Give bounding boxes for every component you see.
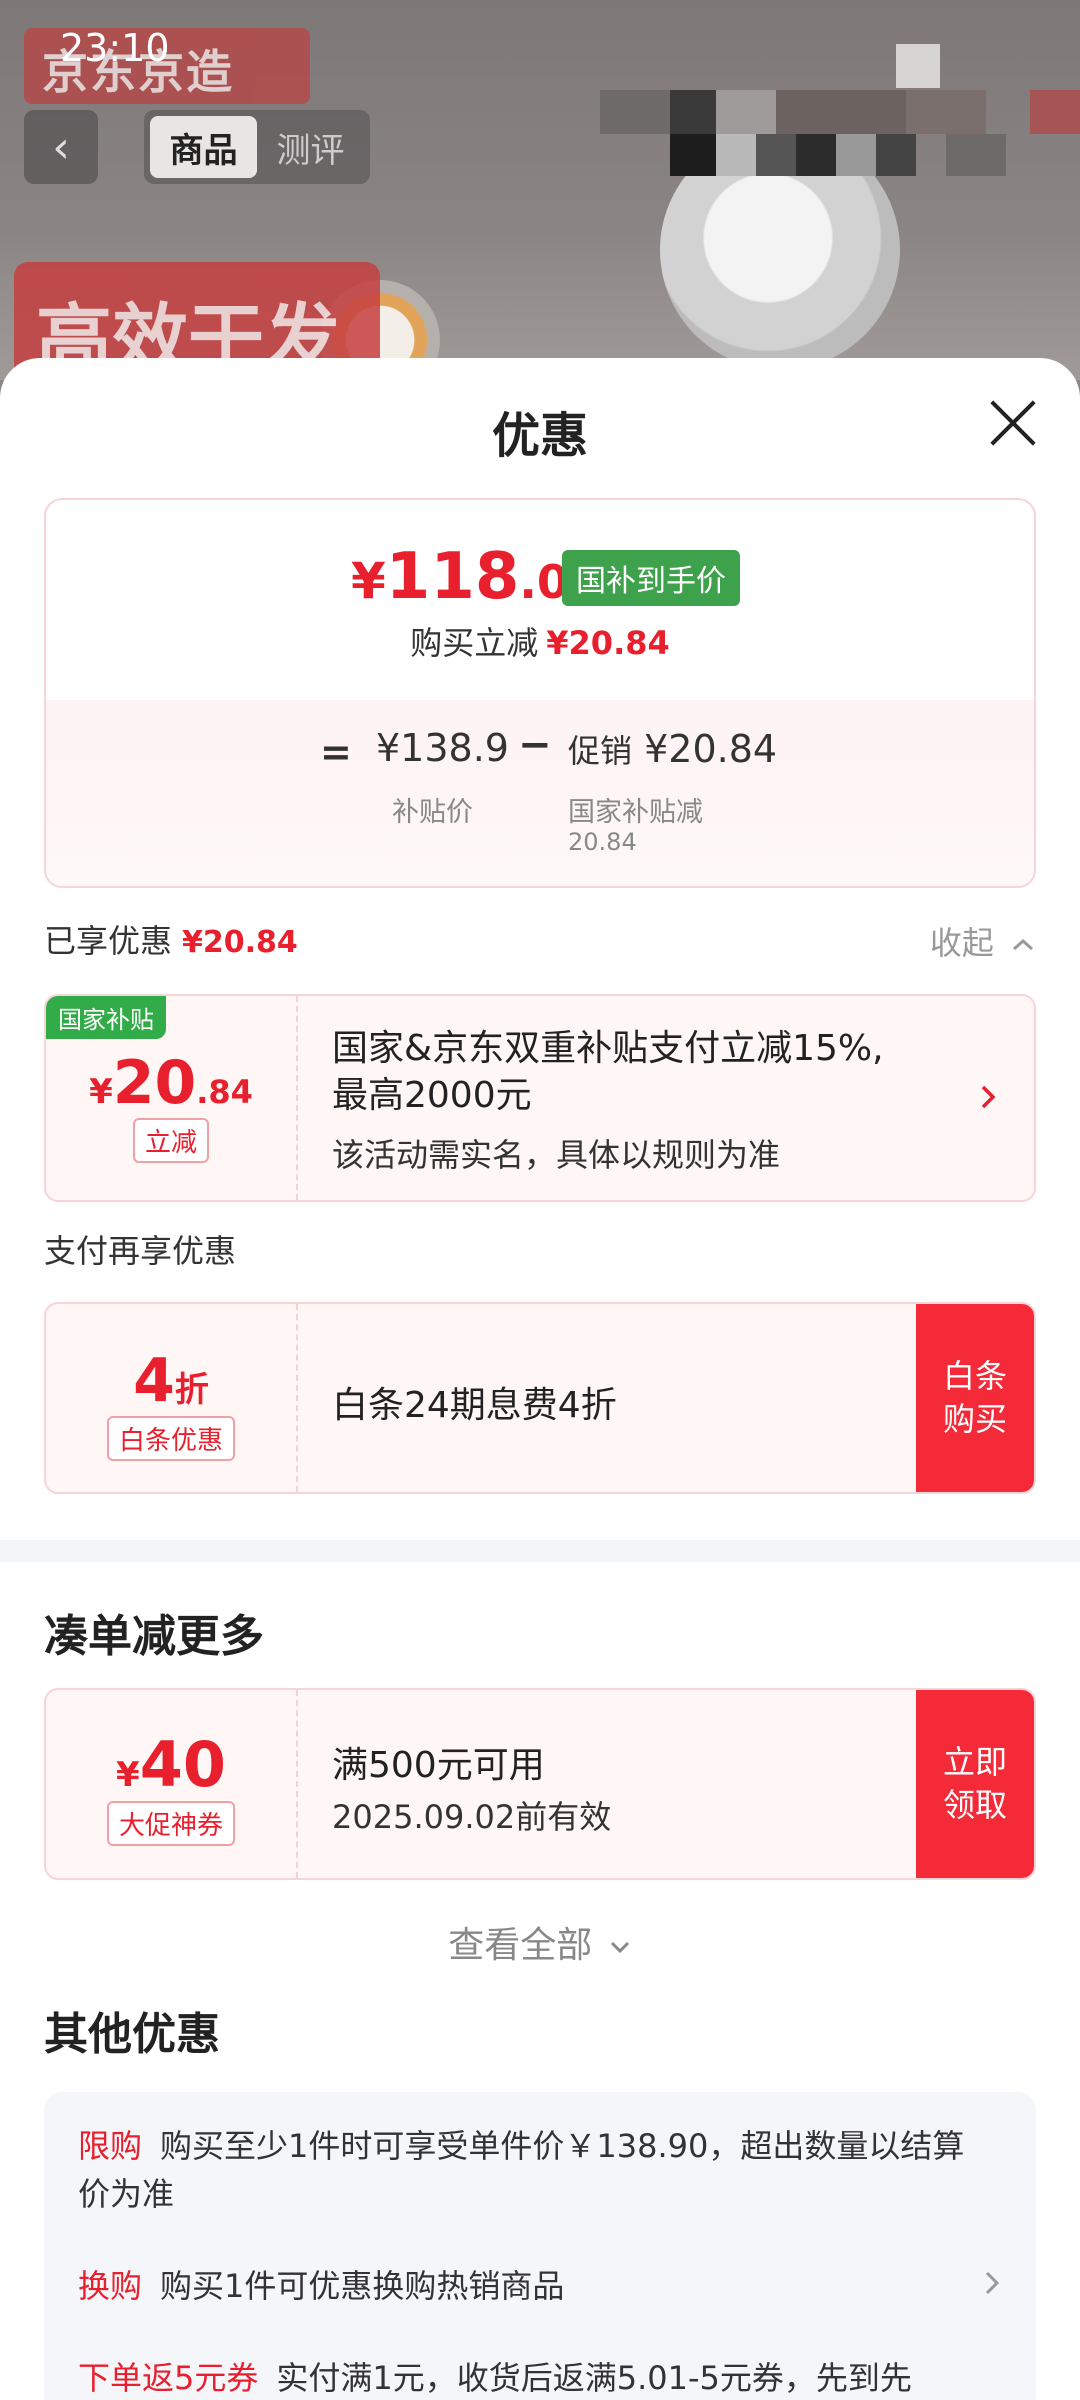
final-price-tag: 国补到手价 <box>562 550 740 606</box>
instant-discount-line: 购买立减 ¥20.84 <box>410 624 670 662</box>
discount-sheet: 优惠 ¥118.06 国补到手价 购买立减 ¥20.84 = ¥138.9 − 促… <box>0 358 1080 2400</box>
subsidy-amount: ¥20.84 <box>89 1048 253 1118</box>
baitiao-amount: 4折 <box>133 1346 209 1416</box>
tab-review[interactable]: 测评 <box>257 116 364 178</box>
baitiao-title: 白条24期息费4折 <box>332 1385 617 1426</box>
close-icon[interactable] <box>988 398 1038 448</box>
subsidy-note: 该活动需实名，具体以规则为准 <box>332 1136 781 1174</box>
bundle-pill: 大促神券 <box>106 1801 235 1846</box>
price-breakdown: = ¥138.9 − 促销 ¥20.84 补贴价 国家补贴减 20.84 <box>46 700 1034 886</box>
claim-coupon-button[interactable]: 立即 领取 <box>916 1690 1034 1878</box>
bundle-section-title: 凑单减更多 <box>44 1611 264 1662</box>
chevron-left-icon: ‹ <box>52 121 70 173</box>
enjoyed-discount-label: 已享优惠 ¥20.84 <box>44 922 298 960</box>
minus-sign: − <box>518 722 552 768</box>
chevron-up-icon <box>1013 938 1033 951</box>
cashback-coupon-row[interactable]: 下单返5元券 实付满1元，收货后返满5.01-5元券，先到先 <box>78 2354 996 2400</box>
exchange-purchase-row[interactable]: 换购 购买1件可优惠换购热销商品 <box>78 2262 996 2310</box>
back-button[interactable]: ‹ <box>24 110 98 184</box>
baitiao-buy-button[interactable]: 白条 购买 <box>916 1304 1034 1492</box>
national-subsidy-tag: 国家补贴 <box>46 996 166 1039</box>
bundle-coupon: ¥40 大促神券 满500元可用 2025.09.02前有效 立即 领取 <box>44 1688 1036 1880</box>
section-divider <box>0 1540 1080 1562</box>
chevron-right-icon <box>981 1085 996 1109</box>
subsidy-pill: 立减 <box>132 1118 209 1163</box>
subsidy-price-caption: 补贴价 <box>392 797 473 828</box>
baitiao-pill: 白条优惠 <box>106 1416 235 1461</box>
bundle-expiry: 2025.09.02前有效 <box>332 1798 612 1836</box>
promo-caption: 国家补贴减 <box>568 797 703 828</box>
status-bar-time: 23:10 <box>60 26 170 70</box>
chevron-right-icon <box>985 2271 1000 2295</box>
bundle-amount: ¥40 <box>116 1728 226 1801</box>
view-all-link[interactable]: 查看全部 <box>0 1916 1080 1968</box>
bundle-condition: 满500元可用 <box>332 1745 545 1786</box>
sheet-title: 优惠 <box>491 408 588 464</box>
subsidy-title: 国家&京东双重补贴支付立减15%, 最高2000元 <box>332 1028 884 1116</box>
chevron-down-icon <box>610 1941 629 1954</box>
national-subsidy-coupon[interactable]: ¥20.84 立减 国家补贴 国家&京东双重补贴支付立减15%, 最高2000元… <box>44 994 1036 1202</box>
baitiao-coupon: 4折 白条优惠 白条24期息费4折 白条 购买 <box>44 1302 1036 1494</box>
limit-purchase-row: 限购 购买至少1件时可享受单件价￥138.90，超出数量以结算价为准 <box>78 2127 965 2213</box>
pay-more-label: 支付再享优惠 <box>44 1232 237 1270</box>
other-section-title: 其他优惠 <box>44 2009 220 2060</box>
other-discounts-box: 限购 购买至少1件时可享受单件价￥138.90，超出数量以结算价为准 换购 购买1件… <box>44 2092 1036 2400</box>
pixelated-overlay <box>600 44 1080 176</box>
tab-product[interactable]: 商品 <box>150 116 257 178</box>
equals-sign: = <box>320 730 352 774</box>
promo-value: 促销 ¥20.84 <box>568 727 778 771</box>
collapse-toggle[interactable]: 收起 <box>930 918 1036 964</box>
subsidy-price: ¥138.9 <box>376 726 509 770</box>
price-summary-card: ¥118.06 国补到手价 购买立减 ¥20.84 = ¥138.9 − 促销 ¥… <box>44 498 1036 888</box>
product-hero-background: 京东京造 23:10 ‹ 商品 测评 高效干发 <box>0 0 1080 380</box>
product-tabs: 商品 测评 <box>144 110 370 184</box>
promo-caption-value: 20.84 <box>568 828 637 856</box>
